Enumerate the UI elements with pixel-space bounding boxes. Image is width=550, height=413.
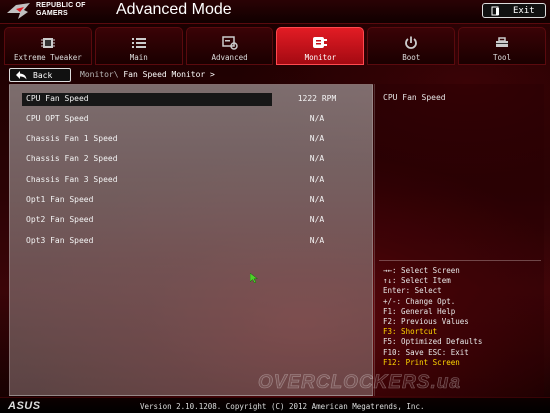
rog-brand-text: REPUBLIC OF GAMERS (36, 2, 86, 18)
breadcrumb: Monitor\ Fan Speed Monitor > (80, 70, 215, 79)
breadcrumb-parent[interactable]: Monitor\ (80, 70, 119, 79)
version-text: Version 2.10.1208. Copyright (C) 2012 Am… (140, 402, 425, 411)
power-icon (405, 36, 418, 49)
advanced-icon (221, 36, 238, 50)
fan-label: Opt2 Fan Speed (26, 215, 94, 224)
tab-label: Main (129, 53, 148, 62)
exit-button[interactable]: Exit (482, 3, 546, 18)
rog-brand-line2: GAMERS (36, 10, 68, 17)
fan-row-chassis-3[interactable]: Chassis Fan 3 Speed N/A (22, 174, 362, 187)
help-divider (379, 260, 541, 261)
top-bar: REPUBLIC OF GAMERS Advanced Mode Exit (0, 0, 550, 24)
tab-label: Boot (402, 53, 421, 62)
fan-label: Chassis Fan 1 Speed (26, 134, 118, 143)
fan-value: N/A (309, 114, 325, 123)
fan-label: Chassis Fan 3 Speed (26, 175, 118, 184)
help-panel: CPU Fan Speed →←: Select Screen ↑↓: Sele… (374, 84, 544, 396)
fan-label: Opt1 Fan Speed (26, 195, 94, 204)
fan-value: N/A (309, 215, 325, 224)
key-help-item: +/-: Change Opt. (383, 296, 456, 306)
fan-value: N/A (309, 236, 325, 245)
fan-label: CPU Fan Speed (26, 94, 89, 103)
tab-label: Advanced (211, 53, 248, 62)
fan-label: CPU OPT Speed (26, 114, 89, 123)
fan-row-opt1[interactable]: Opt1 Fan Speed N/A (22, 194, 362, 207)
exit-door-icon (491, 6, 499, 15)
fan-row-opt3[interactable]: Opt3 Fan Speed N/A (22, 235, 362, 248)
exit-label: Exit (513, 5, 535, 16)
watermark: OVERCLOCKERS.ua (258, 372, 461, 394)
asus-logo: ASUS (8, 400, 41, 412)
fan-label: Opt3 Fan Speed (26, 236, 94, 245)
tab-advanced[interactable]: Advanced (185, 27, 274, 65)
fan-row-chassis-1[interactable]: Chassis Fan 1 Speed N/A (22, 133, 362, 146)
fan-value: N/A (309, 195, 325, 204)
list-icon (131, 38, 146, 48)
fan-row-cpu-fan[interactable]: CPU Fan Speed 1222 RPM (22, 93, 362, 106)
key-help-shortcut[interactable]: F3: Shortcut (383, 327, 482, 337)
tab-monitor[interactable]: Monitor (276, 27, 365, 65)
monitor-icon (313, 37, 328, 48)
mouse-cursor-icon (250, 273, 258, 283)
key-help-item: Enter: Select (383, 286, 442, 296)
key-help-item: ↑↓: Select Item (383, 276, 451, 286)
rog-eye-logo-icon (7, 3, 30, 19)
key-help-item: F10: Save ESC: Exit (383, 347, 469, 357)
cpu-chip-icon (40, 38, 55, 48)
key-help-list: →←: Select Screen ↑↓: Select Item Enter:… (383, 266, 482, 368)
tab-extreme-tweaker[interactable]: Extreme Tweaker (4, 27, 92, 65)
breadcrumb-current: Fan Speed Monitor > (123, 70, 215, 79)
key-help-print-screen[interactable]: F12: Print Screen (383, 358, 482, 368)
tab-label: Tool (493, 53, 512, 62)
tab-main[interactable]: Main (94, 27, 183, 65)
tab-label: Monitor (304, 53, 337, 62)
fan-value: N/A (309, 154, 325, 163)
mode-title: Advanced Mode (116, 1, 232, 18)
tab-tool[interactable]: Tool (458, 27, 546, 65)
tab-boot[interactable]: Boot (367, 27, 456, 65)
key-help-item: F1: General Help (383, 306, 456, 316)
footer-bar: ASUS Version 2.10.1208. Copyright (C) 20… (0, 397, 550, 413)
key-help-item: →←: Select Screen (383, 266, 460, 275)
fan-value: 1222 RPM (297, 94, 337, 103)
breadcrumb-row: Back Monitor\ Fan Speed Monitor > (0, 67, 550, 83)
back-button[interactable]: Back (9, 68, 71, 82)
back-arrow-icon (16, 70, 27, 79)
key-help-item: F5: Optimized Defaults (383, 337, 483, 347)
fan-value: N/A (309, 134, 325, 143)
fan-row-opt2[interactable]: Opt2 Fan Speed N/A (22, 214, 362, 227)
fan-value: N/A (309, 175, 325, 184)
rog-brand-line1: REPUBLIC OF (36, 2, 86, 9)
main-tabs: Extreme Tweaker Main Advanced Monitor Bo… (4, 27, 546, 65)
fan-speed-list-panel: CPU Fan Speed 1222 RPM CPU OPT Speed N/A… (9, 84, 373, 396)
tab-label: Extreme Tweaker (14, 53, 82, 62)
tool-icon (496, 37, 509, 47)
key-help-item: F2: Previous Values (383, 317, 469, 327)
fan-label: Chassis Fan 2 Speed (26, 154, 118, 163)
fan-row-cpu-opt[interactable]: CPU OPT Speed N/A (22, 113, 362, 126)
help-title: CPU Fan Speed (383, 93, 446, 102)
fan-row-chassis-2[interactable]: Chassis Fan 2 Speed N/A (22, 153, 362, 166)
back-label: Back (33, 70, 53, 80)
